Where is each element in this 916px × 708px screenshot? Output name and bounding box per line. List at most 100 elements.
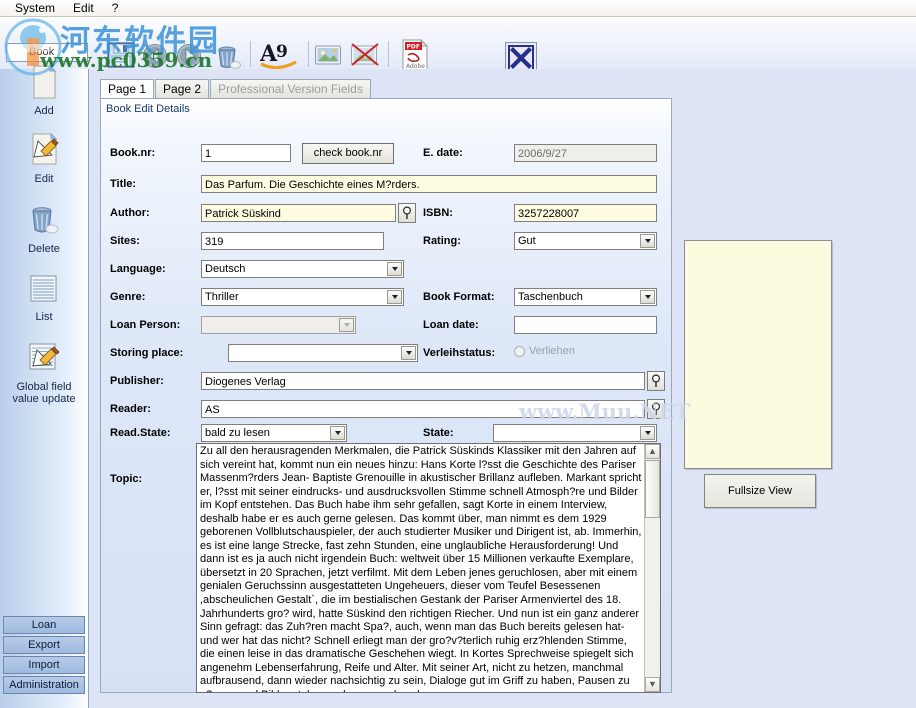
- label-author: Author:: [110, 207, 150, 219]
- record-type-combo[interactable]: Book: [6, 43, 88, 62]
- rating-combo[interactable]: Gut: [514, 232, 657, 250]
- scroll-up-icon[interactable]: ▲: [645, 444, 660, 459]
- label-edate: E. date:: [423, 147, 463, 159]
- image-icon[interactable]: [314, 42, 342, 71]
- sidebar-item-edit-label: Edit: [34, 173, 54, 185]
- state-combo[interactable]: [493, 424, 657, 442]
- sites-input[interactable]: [201, 232, 384, 250]
- chevron-down-icon[interactable]: [387, 290, 402, 304]
- topic-scrollbar[interactable]: ▲ ▼: [644, 444, 660, 692]
- global-update-icon: [0, 341, 88, 378]
- tab-professional-version-fields[interactable]: Professional Version Fields: [210, 79, 371, 98]
- check-booknr-button-label: check book.nr: [313, 147, 383, 159]
- loanperson-combo[interactable]: [201, 316, 356, 334]
- chevron-down-icon[interactable]: [640, 426, 655, 440]
- chevron-down-icon[interactable]: [387, 262, 402, 276]
- sidebar-item-edit[interactable]: Edit: [0, 132, 88, 185]
- sidebar-item-list-label: List: [35, 311, 53, 323]
- isbn-input[interactable]: [514, 204, 657, 222]
- check-booknr-button[interactable]: check book.nr: [302, 143, 394, 164]
- label-readstate: Read.State:: [110, 427, 171, 439]
- sidebar-button-loan-label: Loan: [31, 619, 57, 631]
- sidebar-item-global-update-label-2: value update: [12, 393, 76, 405]
- rating-combo-value: Gut: [518, 235, 536, 247]
- storingplace-combo[interactable]: [228, 344, 418, 362]
- scrollbar-thumb[interactable]: [645, 460, 660, 518]
- sidebar-item-delete-label: Delete: [28, 243, 60, 255]
- sidebar-button-export-label: Export: [28, 639, 60, 651]
- forward-icon[interactable]: [176, 43, 202, 72]
- edit-icon: [0, 132, 88, 170]
- menu-item-system[interactable]: System: [6, 0, 64, 17]
- back-icon[interactable]: [142, 43, 168, 72]
- client-area: Page 1 Page 2 Professional Version Field…: [89, 69, 916, 708]
- label-isbn: ISBN:: [423, 207, 453, 219]
- sidebar-button-import[interactable]: Import: [3, 656, 85, 674]
- sidebar-button-administration[interactable]: Administration: [3, 676, 85, 694]
- label-topic: Topic:: [110, 473, 143, 485]
- language-combo-value: Deutsch: [205, 263, 246, 275]
- sidebar-item-delete[interactable]: Delete: [0, 203, 88, 255]
- sidebar-button-export[interactable]: Export: [3, 636, 85, 654]
- application-window: System Edit ? Book A 9 PDF Adobe Add Edi…: [0, 0, 916, 708]
- chevron-down-icon[interactable]: [330, 426, 345, 440]
- edate-input[interactable]: [514, 144, 657, 162]
- readstate-combo-value: bald zu lesen: [205, 427, 270, 439]
- sidebar-item-add[interactable]: Add: [0, 64, 88, 117]
- chevron-down-icon[interactable]: [401, 346, 416, 360]
- title-input[interactable]: [201, 175, 657, 193]
- label-loandate: Loan date:: [423, 319, 479, 331]
- menu-item-help[interactable]: ?: [103, 0, 128, 17]
- sidebar-item-global-update[interactable]: Global field value update: [0, 341, 88, 405]
- label-booknr: Book.nr:: [110, 147, 156, 159]
- tab-page-1[interactable]: Page 1: [100, 79, 155, 98]
- form-group-caption: Book Edit Details: [106, 103, 190, 115]
- list-icon: [0, 273, 88, 308]
- cover-preview[interactable]: [684, 240, 832, 469]
- loandate-input[interactable]: [514, 316, 657, 334]
- author-search-icon[interactable]: [398, 203, 416, 223]
- verleihstatus-radio[interactable]: Verliehen: [514, 345, 575, 357]
- label-rating: Rating:: [423, 235, 461, 247]
- publisher-search-icon[interactable]: [647, 371, 665, 391]
- delete-icon: [0, 203, 88, 240]
- save-icon[interactable]: [106, 41, 136, 72]
- scroll-down-icon[interactable]: ▼: [645, 677, 660, 692]
- label-title: Title:: [110, 178, 137, 190]
- chevron-down-icon[interactable]: [339, 318, 354, 332]
- reader-search-icon[interactable]: [647, 399, 665, 419]
- sidebar-item-list[interactable]: List: [0, 273, 88, 323]
- label-genre: Genre:: [110, 291, 146, 303]
- fullsize-view-button[interactable]: Fullsize View: [704, 474, 816, 508]
- chevron-down-icon[interactable]: [640, 234, 655, 248]
- sidebar-button-loan[interactable]: Loan: [3, 616, 85, 634]
- genre-combo[interactable]: Thriller: [201, 288, 404, 306]
- tabstrip: Page 1 Page 2 Professional Version Field…: [100, 79, 372, 98]
- sidebar-item-add-label: Add: [34, 105, 54, 117]
- bookformat-combo-value: Taschenbuch: [518, 291, 583, 303]
- label-verleihstatus: Verleihstatus:: [423, 347, 496, 359]
- label-bookformat: Book Format:: [423, 291, 495, 303]
- toolbar-separator: [250, 41, 251, 67]
- bookformat-combo[interactable]: Taschenbuch: [514, 288, 657, 306]
- topic-textarea[interactable]: Zu all den herausragenden Merkmalen, die…: [196, 443, 661, 693]
- label-storingplace: Storing place:: [110, 347, 184, 359]
- publisher-input[interactable]: [201, 372, 645, 390]
- reader-input[interactable]: [201, 400, 645, 418]
- author-input[interactable]: [201, 204, 396, 222]
- booknr-input[interactable]: [201, 144, 291, 162]
- add-icon: [0, 64, 88, 102]
- menu-item-edit[interactable]: Edit: [64, 0, 103, 17]
- readstate-combo[interactable]: bald zu lesen: [201, 424, 347, 442]
- menubar: System Edit ?: [0, 0, 916, 17]
- image-remove-icon[interactable]: [350, 42, 380, 71]
- sidebar-button-import-label: Import: [28, 659, 60, 671]
- tab-page-2[interactable]: Page 2: [155, 79, 210, 98]
- chevron-down-icon[interactable]: [640, 290, 655, 304]
- label-reader: Reader:: [110, 403, 151, 415]
- fullsize-view-button-label: Fullsize View: [728, 485, 792, 497]
- language-combo[interactable]: Deutsch: [201, 260, 404, 278]
- topic-textarea-value: Zu all den herausragenden Merkmalen, die…: [200, 445, 642, 692]
- label-loanperson: Loan Person:: [110, 319, 181, 331]
- verleihstatus-radio-label: Verliehen: [529, 345, 575, 357]
